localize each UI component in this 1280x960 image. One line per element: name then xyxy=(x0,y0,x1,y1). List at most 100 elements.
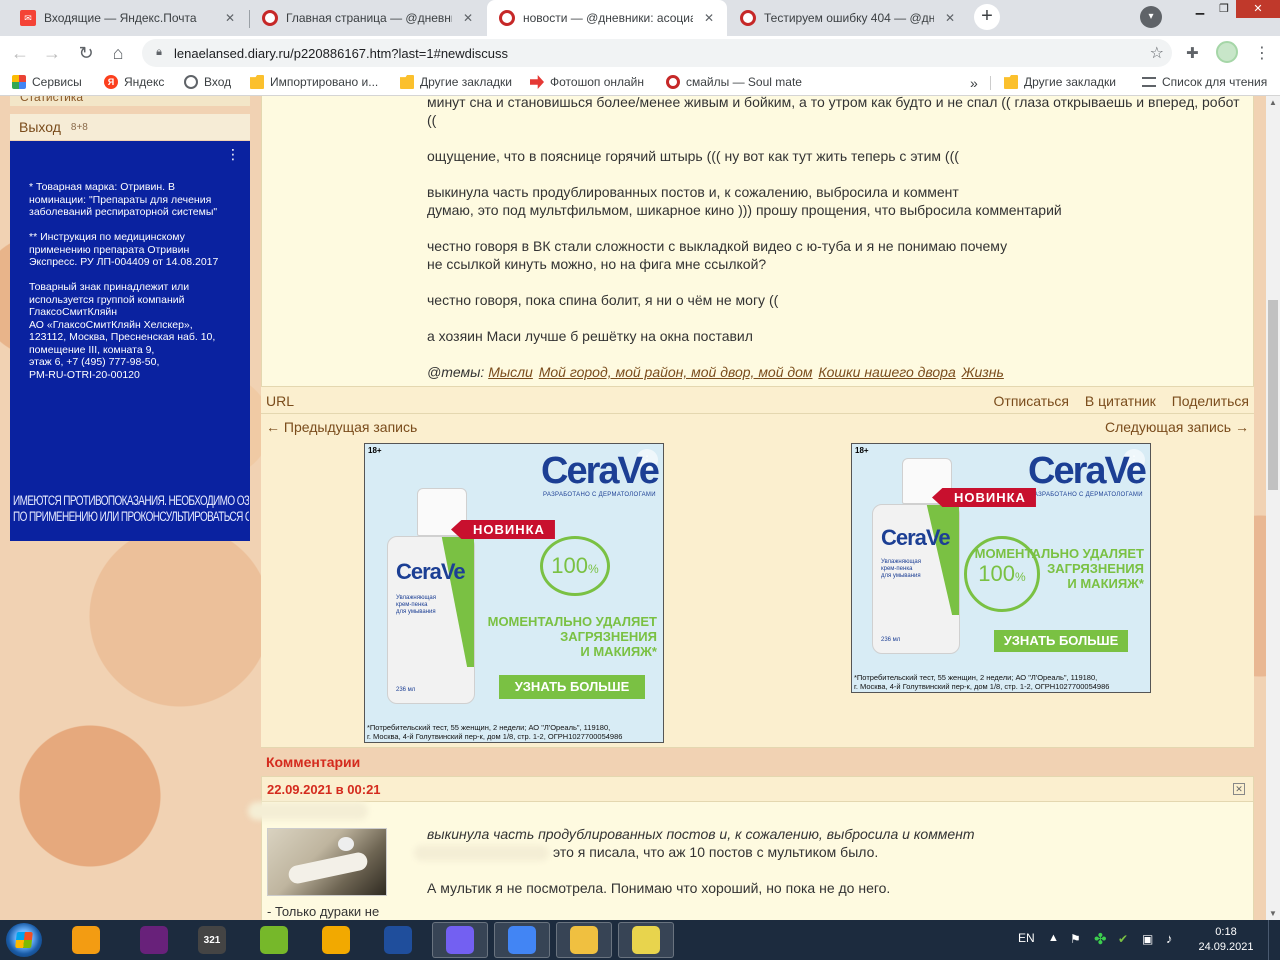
address-bar[interactable]: 🔒︎ lenaelansed.diary.ru/p220886167.htm?l… xyxy=(142,39,1172,67)
taskbar-app-button[interactable] xyxy=(494,922,550,958)
ad-legal-text: * Товарная марка: Отривин. В номинации: … xyxy=(29,181,219,381)
cerave-ad-right[interactable]: 18+ ⋮ CeraVe РАЗРАБОТАНО С ДЕРМАТОЛОГАМИ… xyxy=(851,443,1151,693)
back-arrow-icon[interactable]: ← xyxy=(8,41,32,65)
taskbar-app-button[interactable] xyxy=(58,922,114,958)
next-post-link[interactable]: Следующая запись → xyxy=(1105,419,1249,435)
close-tab-icon[interactable]: ✕ xyxy=(942,10,958,26)
browser-menu-icon[interactable]: ⋮ xyxy=(1254,43,1270,63)
tab-diary-home[interactable]: Главная страница — @дневники ✕ xyxy=(250,0,486,36)
bookmark-label: Список для чтения xyxy=(1162,75,1268,89)
cerave-logo-sub: РАЗРАБОТАНО С ДЕРМАТОЛОГАМИ xyxy=(543,492,656,498)
learn-more-button[interactable]: УЗНАТЬ БОЛЬШЕ xyxy=(499,675,645,699)
close-window-icon[interactable]: ✕ xyxy=(1236,0,1280,18)
reading-list[interactable]: Список для чтения xyxy=(1142,75,1267,89)
post-actions-bar: URL Отписаться В цитатник Поделиться xyxy=(261,386,1254,414)
scroll-up-icon[interactable]: ▲ xyxy=(1269,98,1277,107)
new-tab-button[interactable]: + xyxy=(974,4,1000,30)
bottle-logo: CeraVe xyxy=(396,559,466,584)
restore-icon[interactable]: ❐ xyxy=(1212,0,1236,18)
tray-expand-icon[interactable]: ▲ xyxy=(1048,932,1059,944)
bookmark-services[interactable]: Сервисы xyxy=(12,75,82,89)
action-center-flag-icon[interactable]: ⚑ xyxy=(1070,932,1081,946)
learn-more-button[interactable]: УЗНАТЬ БОЛЬШЕ xyxy=(994,630,1128,652)
bookmark-photoshop[interactable]: Фотошоп онлайн xyxy=(530,75,644,89)
post-actions: Отписаться В цитатник Поделиться xyxy=(982,393,1249,409)
scrollbar-thumb[interactable] xyxy=(1268,300,1278,490)
tag-link[interactable]: Мысли xyxy=(488,364,533,380)
taskbar-app-button[interactable]: 321 xyxy=(184,922,240,958)
ad-menu-icon[interactable]: ⋮ xyxy=(226,147,240,161)
unsubscribe-link[interactable]: Отписаться xyxy=(994,393,1069,409)
scroll-down-icon[interactable]: ▼ xyxy=(1269,909,1277,918)
tag-link[interactable]: Мой город, мой район, мой двор, мой дом xyxy=(539,364,813,380)
bookmarks-overflow-chevron[interactable]: » xyxy=(970,75,978,91)
taskbar-app-button[interactable] xyxy=(618,922,674,958)
taskbar-app-button[interactable] xyxy=(246,922,302,958)
clover-icon[interactable]: ✤ xyxy=(1094,930,1107,948)
tab-yandex-mail[interactable]: ✉ Входящие — Яндекс.Почта ✕ xyxy=(8,0,248,36)
address-url[interactable]: lenaelansed.diary.ru/p220886167.htm?last… xyxy=(174,46,508,61)
redacted-author xyxy=(248,802,368,820)
logout-row[interactable]: Выход 8+8 xyxy=(10,114,250,140)
profile-avatar[interactable] xyxy=(1216,41,1238,63)
minimize-icon[interactable]: ▁ xyxy=(1188,0,1212,18)
sidebar-top-label[interactable]: Статистика xyxy=(20,96,83,104)
taskbar-app-button[interactable] xyxy=(432,922,488,958)
sidebar-advertisement[interactable]: ⋮ * Товарная марка: Отривин. В номинации… xyxy=(10,141,250,541)
add-to-quotes-link[interactable]: В цитатник xyxy=(1085,393,1156,409)
new-badge: НОВИНКА xyxy=(451,520,555,539)
bookmark-other-right[interactable]: Другие закладки xyxy=(1004,75,1116,89)
share-link[interactable]: Поделиться xyxy=(1172,393,1249,409)
web-page: Статистика Выход 8+8 ⋮ * Товарная марка:… xyxy=(0,96,1266,920)
comment-date[interactable]: 22.09.2021 в 00:21 xyxy=(267,782,381,797)
tab-search-icon[interactable]: ▾ xyxy=(1140,6,1162,28)
cerave-ad-left[interactable]: 18+ ⋮ CeraVe РАЗРАБОТАНО С ДЕРМАТОЛОГАМИ… xyxy=(364,443,664,743)
cerave-logo: CeraVe xyxy=(1028,450,1147,492)
language-indicator[interactable]: EN xyxy=(1018,931,1035,960)
tab-diary-404[interactable]: Тестируем ошибку 404 — @дне ✕ xyxy=(728,0,968,36)
url-link[interactable]: URL xyxy=(266,393,294,409)
bookmark-label: Вход xyxy=(204,75,232,89)
bookmark-label: Яндекс xyxy=(124,75,165,89)
tag-link[interactable]: Кошки нашего двора xyxy=(818,364,955,380)
close-tab-icon[interactable]: ✕ xyxy=(460,10,476,26)
taskbar-app-button[interactable] xyxy=(126,922,182,958)
avatar[interactable] xyxy=(267,828,387,896)
ads-row: 18+ ⋮ CeraVe РАЗРАБОТАНО С ДЕРМАТОЛОГАМИ… xyxy=(261,440,1254,748)
volume-icon[interactable]: ♪ xyxy=(1166,931,1173,946)
close-tab-icon[interactable]: ✕ xyxy=(222,10,238,26)
close-tab-icon[interactable]: ✕ xyxy=(701,10,717,26)
comment-body: - Только дураки не выкинула часть продуб… xyxy=(248,802,1254,920)
forward-arrow-icon[interactable]: → xyxy=(40,41,64,65)
product-bottle: CeraVe Увлажняющая крем-пенка для умыван… xyxy=(387,536,475,704)
taskbar-app-button[interactable] xyxy=(308,922,364,958)
bookmark-login[interactable]: Вход xyxy=(184,75,231,89)
extensions-puzzle-icon[interactable]: ✚ xyxy=(1186,44,1199,62)
taskbar-app-button[interactable] xyxy=(556,922,612,958)
lock-icon[interactable]: 🔒︎ xyxy=(152,45,166,59)
bookmark-smiles[interactable]: смайлы — Soul mate xyxy=(666,75,802,89)
security-check-icon[interactable]: ✔ xyxy=(1118,932,1128,946)
comment-line: А мультик я не посмотрела. Понимаю что х… xyxy=(427,880,891,896)
clock[interactable]: 0:18 24.09.2021 xyxy=(1196,925,1256,955)
taskbar-app-button[interactable] xyxy=(370,922,426,958)
bookmark-yandex[interactable]: Я Яндекс xyxy=(104,75,164,89)
previous-post-link[interactable]: ← Предыдущая запись xyxy=(266,419,417,435)
start-button[interactable] xyxy=(6,923,42,957)
tab-title: новости — @дневники: асоциа xyxy=(523,11,693,25)
post-line: честно говоря в ВК стали сложности с вык… xyxy=(427,238,1008,254)
home-icon[interactable]: ⌂ xyxy=(106,41,130,65)
logout-link[interactable]: Выход xyxy=(19,119,61,135)
delete-comment-icon[interactable]: ✕ xyxy=(1233,783,1245,795)
sidebar-top-item[interactable]: Статистика xyxy=(10,96,250,106)
bookmark-label: Сервисы xyxy=(32,75,82,89)
tag-link[interactable]: Жизнь xyxy=(962,364,1004,380)
tab-diary-news[interactable]: новости — @дневники: асоциа ✕ xyxy=(487,0,727,36)
reload-icon[interactable]: ↻ xyxy=(74,41,98,65)
page-scrollbar[interactable]: ▲ ▼ xyxy=(1266,96,1280,920)
bookmark-imported[interactable]: Импортировано и... xyxy=(250,75,378,89)
bookmark-star-icon[interactable]: ☆ xyxy=(1150,43,1164,63)
bookmark-other-folder[interactable]: Другие закладки xyxy=(400,75,512,89)
network-icon[interactable]: ▣ xyxy=(1142,932,1153,946)
show-desktop-button[interactable] xyxy=(1268,920,1280,960)
